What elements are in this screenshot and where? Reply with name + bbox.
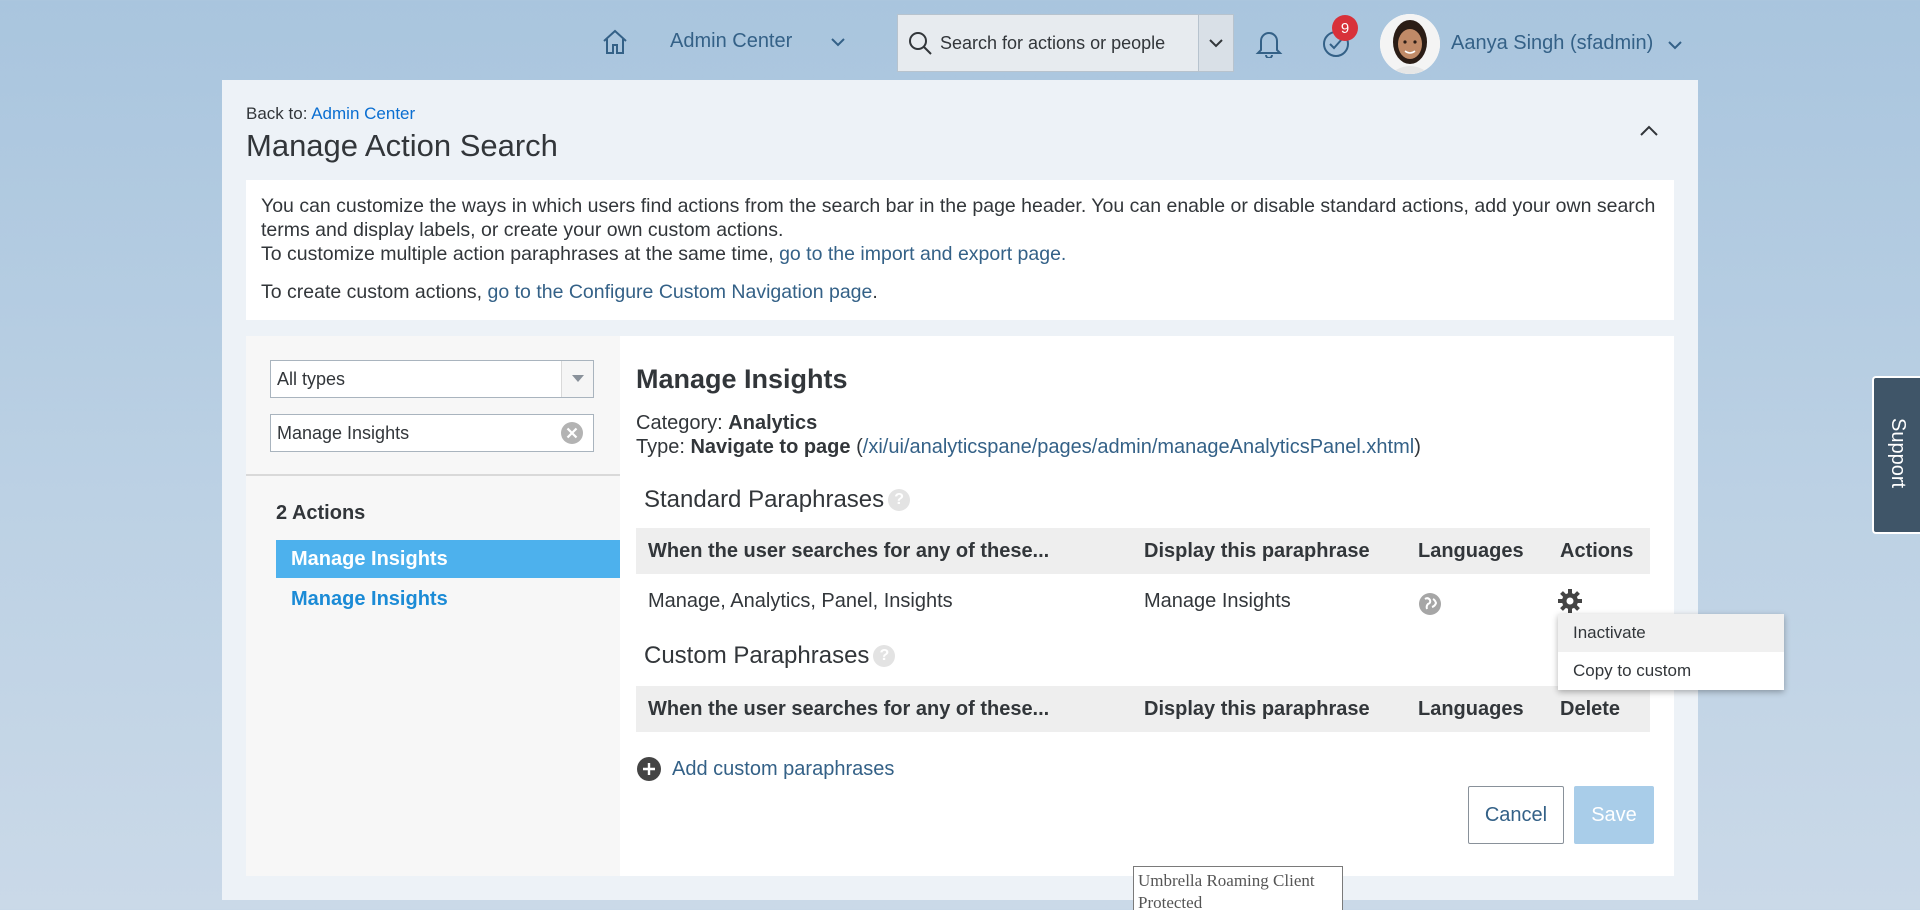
intro-line-3-suffix: . xyxy=(872,281,878,303)
column-header: Actions xyxy=(1560,539,1634,562)
column-header: Languages xyxy=(1418,539,1524,562)
help-icon[interactable]: ? xyxy=(873,645,896,667)
chevron-down-icon[interactable] xyxy=(1664,34,1686,56)
admin-center-nav-link[interactable]: Admin Center xyxy=(670,30,792,53)
column-header: Display this paraphrase xyxy=(1144,697,1370,720)
type-select-value: All types xyxy=(277,368,346,389)
import-export-link[interactable]: go to the import and export page. xyxy=(779,243,1066,265)
bell-icon[interactable] xyxy=(1253,26,1285,60)
column-header: Languages xyxy=(1418,697,1524,720)
search-sidebar: All types Manage Insights 2 Actions Mana… xyxy=(246,336,620,876)
chevron-down-icon[interactable] xyxy=(826,30,850,54)
home-icon[interactable] xyxy=(598,26,632,58)
standard-paraphrases-title: Standard Paraphrases xyxy=(644,486,885,513)
clear-icon[interactable] xyxy=(559,420,585,446)
search-dropdown-button[interactable] xyxy=(1198,14,1234,72)
type-url-link[interactable]: /xi/ui/analyticspane/pages/admin/manageA… xyxy=(863,436,1414,458)
globe-icon[interactable] xyxy=(1418,592,1442,616)
cancel-button[interactable]: Cancel xyxy=(1468,786,1564,844)
category-line: Category: Analytics xyxy=(636,412,817,435)
back-link-admin-center[interactable]: Admin Center xyxy=(311,104,415,123)
type-label: Type: xyxy=(636,436,685,458)
result-item[interactable]: Manage Insights xyxy=(276,580,620,618)
paraphrase-cell: Manage Insights xyxy=(1144,590,1291,612)
intro-line-3: To create custom actions, go to the Conf… xyxy=(261,280,1659,304)
menu-item-inactivate[interactable]: Inactivate xyxy=(1558,614,1784,652)
add-custom-paraphrases-button[interactable]: Add custom paraphrases xyxy=(636,756,894,782)
column-header: Display this paraphrase xyxy=(1144,539,1370,562)
intro-line-2-prefix: To customize multiple action paraphrases… xyxy=(261,243,774,265)
intro-line-1: You can customize the ways in which user… xyxy=(261,195,1656,241)
page-title: Manage Action Search xyxy=(246,128,558,163)
avatar[interactable] xyxy=(1380,14,1440,74)
action-search-value: Manage Insights xyxy=(277,422,410,443)
actions-menu: Inactivate Copy to custom xyxy=(1558,614,1784,690)
divider xyxy=(246,474,620,476)
support-tab[interactable]: Support xyxy=(1872,376,1920,534)
custom-table-header: When the user searches for any of these.… xyxy=(636,686,1650,732)
type-paren-close: ) xyxy=(1414,436,1421,458)
menu-item-copy-to-custom[interactable]: Copy to custom xyxy=(1558,652,1784,690)
main-panel: Back to: Admin Center Manage Action Sear… xyxy=(222,80,1698,900)
action-search-input[interactable]: Manage Insights xyxy=(270,414,594,452)
caret-down-icon[interactable] xyxy=(561,361,593,397)
shell-header: Admin Center Search for actions or peopl… xyxy=(0,0,1920,82)
help-icon[interactable]: ? xyxy=(888,489,911,511)
add-custom-label: Add custom paraphrases xyxy=(672,757,895,780)
save-button[interactable]: Save xyxy=(1574,786,1654,844)
user-menu-name[interactable]: Aanya Singh (sfadmin) xyxy=(1451,32,1653,55)
search-icon xyxy=(904,30,936,56)
custom-paraphrases-heading: Custom Paraphrases ? xyxy=(644,642,896,670)
custom-navigation-link[interactable]: go to the Configure Custom Navigation pa… xyxy=(488,281,873,303)
plus-circle-icon xyxy=(637,757,661,781)
category-value: Analytics xyxy=(728,412,818,434)
back-prefix: Back to: xyxy=(246,104,308,123)
results-count: 2 Actions xyxy=(276,502,366,524)
column-header: Delete xyxy=(1560,697,1621,720)
global-search-input[interactable]: Search for actions or people xyxy=(897,14,1199,72)
gear-icon[interactable] xyxy=(1557,588,1583,614)
type-line: Type: Navigate to page (/xi/ui/analytics… xyxy=(636,436,1421,459)
search-terms-cell: Manage, Analytics, Panel, Insights xyxy=(648,590,953,612)
intro-text: You can customize the ways in which user… xyxy=(246,180,1674,320)
type-select[interactable]: All types xyxy=(270,360,594,398)
result-item-selected[interactable]: Manage Insights xyxy=(276,540,620,578)
category-label: Category: xyxy=(636,412,723,434)
standard-table-header: When the user searches for any of these.… xyxy=(636,528,1650,574)
support-label: Support xyxy=(1887,418,1909,489)
intro-line-2: To customize multiple action paraphrases… xyxy=(261,242,1659,266)
action-title: Manage Insights xyxy=(636,364,848,394)
breadcrumb: Back to: Admin Center xyxy=(246,104,415,124)
tooltip: Umbrella Roaming Client Protected xyxy=(1133,866,1343,910)
type-paren-open: ( xyxy=(856,436,863,458)
standard-paraphrases-heading: Standard Paraphrases ? xyxy=(644,486,911,514)
search-placeholder: Search for actions or people xyxy=(940,32,1166,53)
intro-line-3-prefix: To create custom actions, xyxy=(261,281,483,303)
custom-paraphrases-title: Custom Paraphrases xyxy=(644,642,870,669)
chevron-up-icon[interactable] xyxy=(1636,118,1662,144)
table-row: Manage, Analytics, Panel, Insights Manag… xyxy=(636,578,1650,624)
column-header: When the user searches for any of these.… xyxy=(648,697,1050,720)
column-header: When the user searches for any of these.… xyxy=(648,539,1050,562)
type-value: Navigate to page xyxy=(690,436,851,458)
notification-badge: 9 xyxy=(1332,15,1358,41)
